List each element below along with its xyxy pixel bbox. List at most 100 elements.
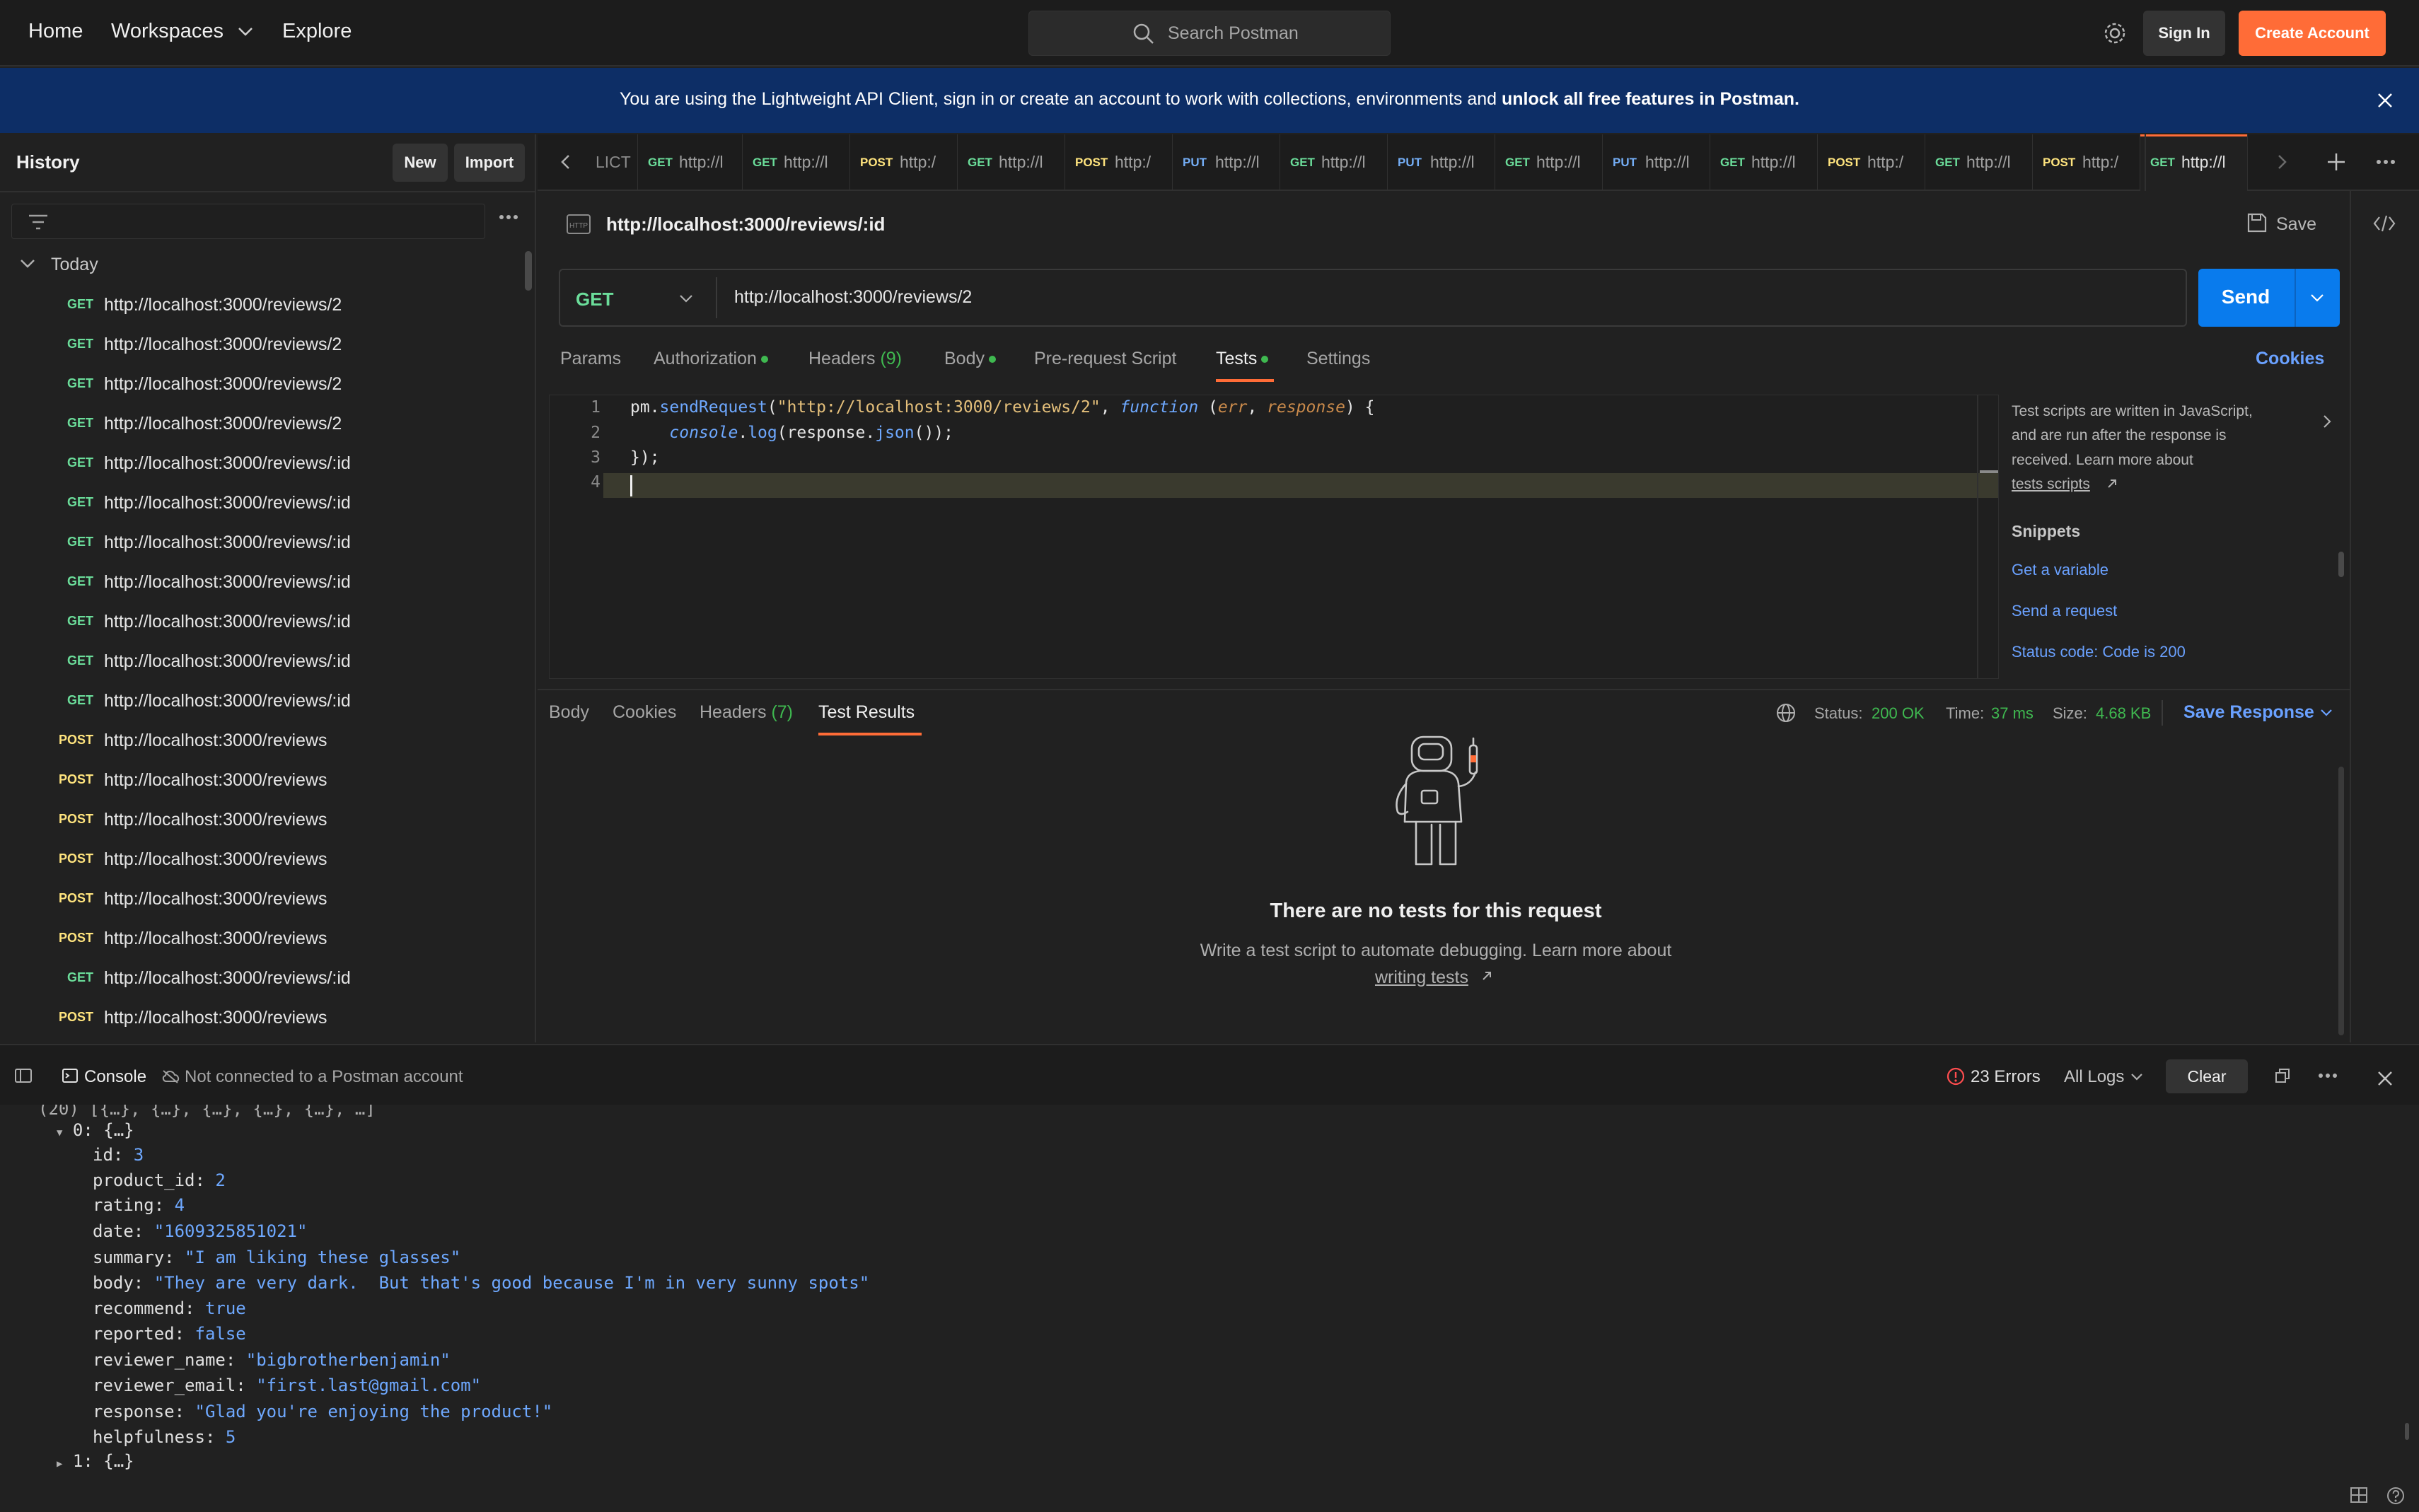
tab-prerequest-script[interactable]: Pre-request Script — [1034, 349, 1176, 369]
history-item[interactable]: POST http://localhost:3000/reviews — [0, 801, 523, 840]
console-tab[interactable]: Console — [84, 1067, 146, 1087]
save-response-button[interactable]: Save Response — [2183, 702, 2314, 723]
response-tab-cookies[interactable]: Cookies — [613, 702, 676, 723]
tab-tests[interactable]: Tests — [1216, 349, 1269, 369]
request-tab[interactable]: PUT http://l — [1388, 134, 1495, 191]
import-button[interactable]: Import — [454, 144, 525, 182]
copy-icon[interactable] — [2275, 1068, 2290, 1083]
gear-icon[interactable] — [2102, 21, 2128, 46]
request-tab[interactable]: POST http:/ — [1065, 134, 1173, 191]
history-item[interactable]: POST http://localhost:3000/reviews — [0, 880, 523, 919]
history-item[interactable]: POST http://localhost:3000/reviews — [0, 761, 523, 801]
error-count[interactable]: 23 Errors — [1971, 1067, 2041, 1087]
console-scrollbar[interactable] — [2405, 1423, 2409, 1440]
snippet-status-code[interactable]: Status code: Code is 200 — [2012, 643, 2186, 661]
request-tab[interactable]: PUT http://l — [1603, 134, 1710, 191]
history-item[interactable]: POST http://localhost:3000/reviews — [0, 999, 523, 1038]
sidebar-scrollbar[interactable] — [525, 251, 532, 291]
sign-in-button[interactable]: Sign In — [2143, 11, 2225, 56]
save-button[interactable]: Save — [2276, 214, 2316, 235]
more-options-icon[interactable] — [2375, 158, 2396, 165]
log-level-select[interactable]: All Logs — [2064, 1067, 2124, 1087]
history-item[interactable]: GET http://localhost:3000/reviews/:id — [0, 959, 523, 999]
chevron-right-icon[interactable] — [2323, 414, 2331, 429]
layout-icon[interactable] — [2350, 1487, 2368, 1504]
nav-home[interactable]: Home — [28, 20, 83, 43]
sidebar-toggle-icon[interactable] — [14, 1068, 33, 1083]
request-tab[interactable]: POST http:/ — [1818, 134, 1925, 191]
request-tab[interactable]: GET http://l — [1495, 134, 1603, 191]
new-button[interactable]: New — [393, 144, 448, 182]
create-account-button[interactable]: Create Account — [2239, 11, 2386, 56]
response-scrollbar[interactable] — [2338, 767, 2344, 1035]
more-options-icon[interactable] — [498, 214, 519, 221]
chevron-down-icon[interactable] — [2130, 1073, 2143, 1081]
chevron-down-icon[interactable] — [679, 294, 693, 303]
close-icon[interactable] — [2377, 92, 2394, 109]
request-tab[interactable]: PUT http://l — [1173, 134, 1280, 191]
history-item[interactable]: GET http://localhost:3000/reviews/:id — [0, 603, 523, 642]
method-select[interactable]: GET — [576, 289, 613, 310]
history-item[interactable]: GET http://localhost:3000/reviews/2 — [0, 325, 523, 365]
chevron-left-icon[interactable] — [560, 154, 570, 170]
plus-icon[interactable] — [2326, 151, 2347, 173]
request-tab[interactable]: GET http://l — [638, 134, 743, 191]
snippet-get-variable[interactable]: Get a variable — [2012, 561, 2108, 579]
snippet-send-request[interactable]: Send a request — [2012, 602, 2117, 620]
clear-button[interactable]: Clear — [2166, 1059, 2248, 1093]
request-tab[interactable]: POST http:/ — [850, 134, 958, 191]
history-item[interactable]: GET http://localhost:3000/reviews/:id — [0, 682, 523, 721]
history-item[interactable]: GET http://localhost:3000/reviews/:id — [0, 563, 523, 603]
tab-settings[interactable]: Settings — [1306, 349, 1370, 369]
nav-workspaces[interactable]: Workspaces — [111, 20, 253, 43]
request-tab[interactable]: GET http://l — [1925, 134, 2033, 191]
tests-scripts-link[interactable]: tests scripts — [2012, 476, 2090, 493]
history-item[interactable]: GET http://localhost:3000/reviews/2 — [0, 405, 523, 444]
test-script-editor[interactable]: 1 2 3 4 pm.sendRequest("http://localhost… — [549, 395, 1999, 679]
cookies-link[interactable]: Cookies — [2256, 349, 2324, 369]
history-item[interactable]: GET http://localhost:3000/reviews/2 — [0, 286, 523, 325]
response-tab-test-results[interactable]: Test Results — [818, 702, 915, 723]
chevron-down-icon[interactable] — [2320, 709, 2333, 717]
history-item[interactable]: POST http://localhost:3000/reviews — [0, 919, 523, 959]
history-item[interactable]: POST http://localhost:3000/reviews — [0, 721, 523, 761]
globe-icon[interactable] — [1775, 702, 1797, 723]
chevron-right-icon[interactable] — [2278, 154, 2287, 170]
history-item[interactable]: GET http://localhost:3000/reviews/:id — [0, 444, 523, 484]
tab-params[interactable]: Params — [560, 349, 621, 369]
console-tree-item[interactable]: ▼ 0: {…} — [57, 1120, 134, 1140]
request-tab[interactable]: GET http://l — [2140, 134, 2248, 191]
history-item[interactable]: GET http://localhost:3000/reviews/2 — [0, 365, 523, 405]
history-item[interactable]: GET http://localhost:3000/reviews/:id — [0, 642, 523, 682]
search-bar[interactable]: Search Postman — [1028, 11, 1391, 56]
tab-authorization[interactable]: Authorization — [654, 349, 768, 369]
tab-body[interactable]: Body — [944, 349, 996, 369]
console-tree-item[interactable]: ▶ 1: {…} — [57, 1451, 134, 1471]
history-item[interactable]: POST http://localhost:3000/reviews — [0, 840, 523, 880]
request-tab[interactable]: POST http:/ — [2033, 134, 2140, 191]
more-options-icon[interactable] — [2317, 1072, 2338, 1079]
request-tab[interactable]: LICT — [594, 134, 638, 191]
code-icon[interactable] — [2372, 214, 2396, 233]
help-icon[interactable] — [2386, 1487, 2405, 1505]
request-tab[interactable]: GET http://l — [1280, 134, 1388, 191]
response-tab-headers[interactable]: Headers (7) — [700, 702, 793, 723]
history-item[interactable]: GET http://localhost:3000/reviews/:id — [0, 484, 523, 523]
history-group-today[interactable]: Today — [51, 255, 98, 275]
request-title[interactable]: http://localhost:3000/reviews/:id — [606, 214, 885, 235]
request-tab[interactable]: GET http://l — [1710, 134, 1818, 191]
url-input[interactable]: http://localhost:3000/reviews/2 — [734, 287, 972, 308]
writing-tests-link[interactable]: writing tests — [1375, 967, 1468, 988]
tab-headers[interactable]: Headers (9) — [808, 349, 902, 369]
chevron-down-icon[interactable] — [2310, 293, 2324, 302]
request-tab[interactable]: GET http://l — [743, 134, 850, 191]
chevron-down-icon[interactable] — [20, 259, 35, 269]
history-item[interactable]: GET http://localhost:3000/reviews/:id — [0, 523, 523, 563]
nav-explore[interactable]: Explore — [282, 20, 352, 43]
close-icon[interactable] — [2377, 1070, 2394, 1087]
response-tab-body[interactable]: Body — [549, 702, 589, 723]
history-filter-input[interactable] — [11, 204, 485, 239]
request-tab[interactable]: GET http://l — [958, 134, 1065, 191]
send-button[interactable]: Send — [2198, 286, 2293, 308]
snippets-scrollbar[interactable] — [2338, 552, 2344, 577]
